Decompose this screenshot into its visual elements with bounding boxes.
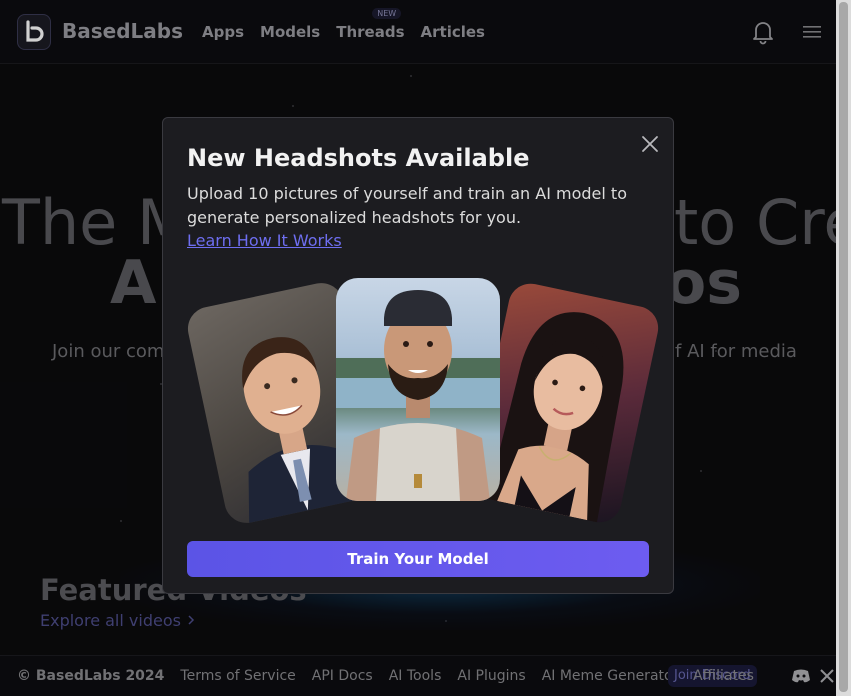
headshots-modal: New Headshots Available Upload 10 pictur… [162, 117, 674, 594]
page-scrollbar[interactable] [836, 0, 851, 696]
close-icon[interactable] [639, 133, 661, 155]
scrollbar-thumb[interactable] [839, 2, 848, 692]
headshot-photo-center [336, 278, 500, 501]
modal-title: New Headshots Available [187, 144, 530, 172]
train-your-model-button[interactable]: Train Your Model [187, 541, 649, 577]
learn-how-it-works-link[interactable]: Learn How It Works [187, 231, 342, 250]
modal-description: Upload 10 pictures of yourself and train… [187, 184, 627, 227]
